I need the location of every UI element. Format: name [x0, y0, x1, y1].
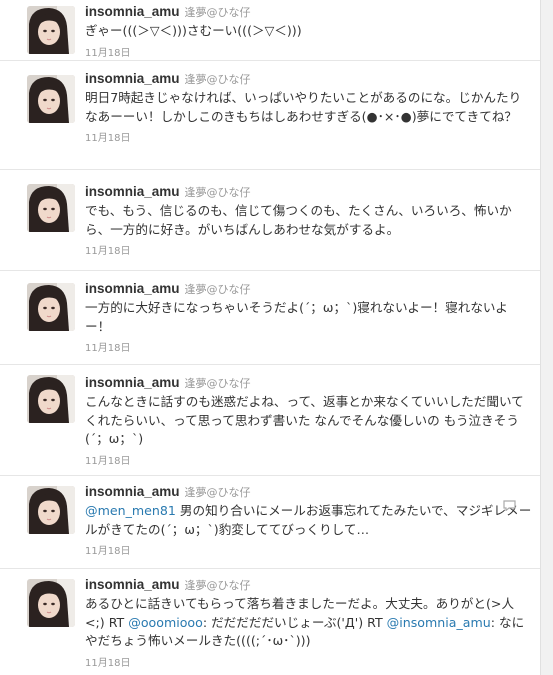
tweet-timestamp[interactable]: 11月18日 — [85, 654, 533, 669]
tweet-item: insomnia_amu 逢夢@ひな仔 こんなときに話すのも迷惑だよね、って、返事… — [0, 365, 541, 476]
timeline: insomnia_amu 逢夢@ひな仔 ぎゃー(((＞▽＜)))さむーい(((＞▽… — [0, 0, 553, 675]
tweet-text-part: : だだだだだいじょーぶ('Д') RT — [202, 614, 387, 630]
avatar[interactable] — [27, 184, 75, 232]
tweet-timestamp[interactable]: 11月18日 — [85, 452, 533, 467]
avatar[interactable] — [27, 283, 75, 331]
tweet-item: insomnia_amu 逢夢@ひな仔 一方的に大好きになっちゃいそうだよ(´；ω… — [0, 271, 541, 365]
full-name[interactable]: 逢夢@ひな仔 — [185, 486, 251, 499]
avatar[interactable] — [27, 486, 75, 534]
reply-icon[interactable] — [503, 496, 516, 512]
tweet-item: insomnia_amu 逢夢@ひな仔 でも、もう、信じるのも、信じて傷つくのも、… — [0, 170, 541, 271]
screen-name[interactable]: insomnia_amu — [85, 281, 180, 296]
screen-name[interactable]: insomnia_amu — [85, 577, 180, 592]
avatar[interactable] — [27, 579, 75, 627]
tweet-text: ぎゃー(((＞▽＜)))さむーい(((＞▽＜))) — [85, 23, 302, 38]
avatar[interactable] — [27, 6, 75, 54]
screen-name[interactable]: insomnia_amu — [85, 375, 180, 390]
full-name[interactable]: 逢夢@ひな仔 — [185, 73, 251, 86]
tweet-text: こんなときに話すのも迷惑だよね、って、返事とか来なくていいしただ聞いてくれたらい… — [85, 394, 524, 446]
full-name[interactable]: 逢夢@ひな仔 — [185, 6, 251, 19]
avatar[interactable] — [27, 75, 75, 123]
screen-name[interactable]: insomnia_amu — [85, 484, 180, 499]
full-name[interactable]: 逢夢@ひな仔 — [185, 579, 251, 592]
tweet-text: あるひとに話きいてもらって落ち着きましたーだよ。大丈夫。ありがと(>人<;) R… — [85, 595, 533, 651]
full-name[interactable]: 逢夢@ひな仔 — [185, 377, 251, 390]
tweet-item: insomnia_amu 逢夢@ひな仔 あるひとに話きいてもらって落ち着きましたー… — [0, 569, 541, 675]
scrollbar[interactable] — [540, 0, 553, 675]
avatar[interactable] — [27, 375, 75, 423]
screen-name[interactable]: insomnia_amu — [85, 184, 180, 199]
tweet-timestamp[interactable]: 11月18日 — [85, 542, 533, 557]
full-name[interactable]: 逢夢@ひな仔 — [185, 186, 251, 199]
tweet-timestamp[interactable]: 11月18日 — [85, 129, 533, 144]
tweet-timestamp[interactable]: 11月18日 — [85, 339, 533, 354]
tweet-timestamp[interactable]: 11月18日 — [85, 242, 533, 257]
tweet-item: insomnia_amu 逢夢@ひな仔 明日7時起きじゃなければ、いっぱいやりたい… — [0, 61, 541, 170]
full-name[interactable]: 逢夢@ひな仔 — [185, 283, 251, 296]
tweet-item: insomnia_amu 逢夢@ひな仔 @men_men81 男の知り合いにメール… — [0, 476, 541, 569]
mention-link[interactable]: @insomnia_amu — [387, 615, 491, 630]
tweet-text: 一方的に大好きになっちゃいそうだよ(´；ω；`)寝れないよー！寝れないよー！ — [85, 300, 508, 334]
screen-name[interactable]: insomnia_amu — [85, 71, 180, 86]
tweet-timestamp[interactable]: 11月18日 — [85, 44, 533, 59]
mention-link[interactable]: @men_men81 — [85, 503, 176, 518]
mention-link[interactable]: @ooomiooo — [128, 615, 203, 630]
tweet-item: insomnia_amu 逢夢@ひな仔 ぎゃー(((＞▽＜)))さむーい(((＞▽… — [0, 0, 541, 61]
tweet-text: 明日7時起きじゃなければ、いっぱいやりたいことがあるのにな。じかんたりなあーーい… — [85, 90, 522, 124]
tweet-text: @men_men81 男の知り合いにメールお返事忘れてたみたいで、マジギレメール… — [85, 502, 533, 539]
tweet-text: でも、もう、信じるのも、信じて傷つくのも、たくさん、いろいろ、怖いから、一方的に… — [85, 203, 512, 237]
screen-name[interactable]: insomnia_amu — [85, 4, 180, 19]
